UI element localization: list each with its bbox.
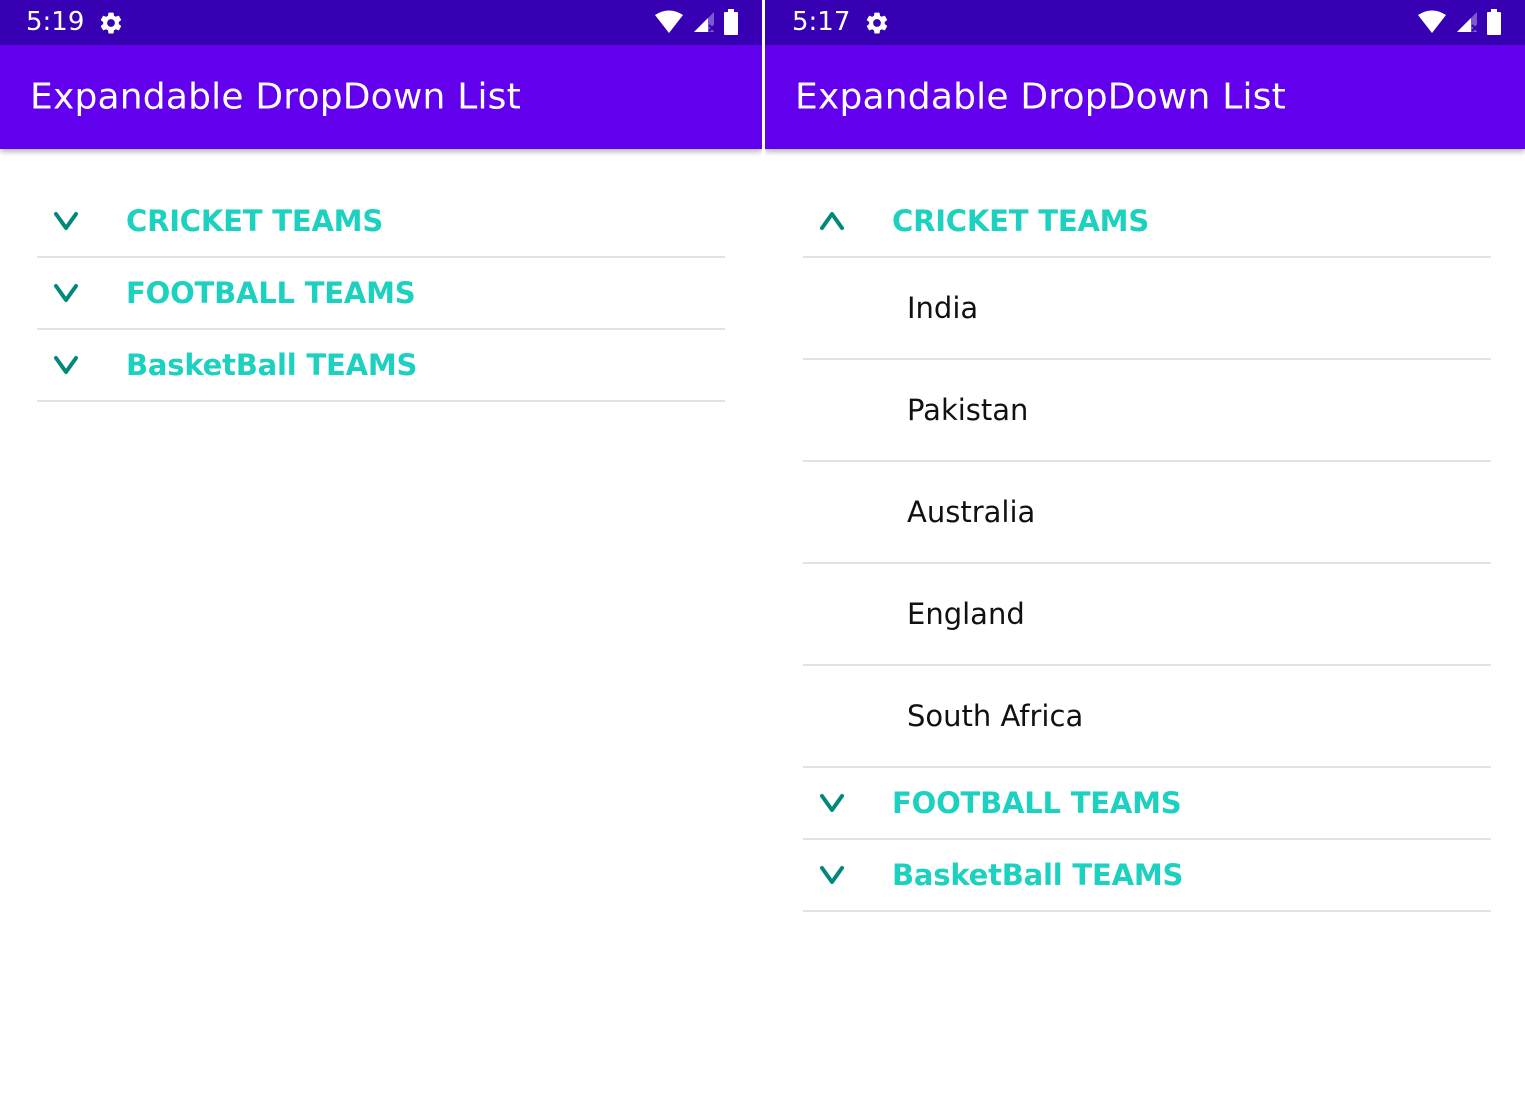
system-icons [654,9,738,35]
chevron-down-icon [54,356,78,374]
group-label: CRICKET TEAMS [126,204,384,238]
signal-icon [1457,12,1479,32]
chevron-down-icon [54,284,78,302]
child-row-england[interactable]: England [803,564,1491,666]
expandable-list: CRICKET TEAMS India Pakistan Australia E… [803,186,1491,912]
group-label: BasketBall TEAMS [892,858,1184,892]
app-bar: Expandable DropDown List [0,45,762,149]
battery-icon [724,9,738,35]
signal-icon [694,12,716,32]
child-row-india[interactable]: India [803,258,1491,360]
status-time: 5:19 [26,7,85,37]
group-label: FOOTBALL TEAMS [892,786,1182,820]
group-label: CRICKET TEAMS [892,204,1150,238]
child-label: Australia [907,495,1036,529]
screens-container: 5:19 Expandable DropDown List CRICKET TE… [0,0,1525,1105]
group-label: BasketBall TEAMS [126,348,418,382]
group-row-football[interactable]: FOOTBALL TEAMS [803,768,1491,840]
screen-collapsed: 5:19 Expandable DropDown List CRICKET TE… [0,0,762,1105]
child-label: India [907,291,979,325]
system-icons [1417,9,1501,35]
wifi-icon [1418,10,1446,33]
chevron-down-icon [820,866,844,884]
child-row-south-africa[interactable]: South Africa [803,666,1491,768]
group-row-football[interactable]: FOOTBALL TEAMS [37,258,725,330]
gear-icon [866,12,888,34]
screen-expanded: 5:17 Expandable DropDown List CRICKET TE… [765,0,1525,1105]
group-row-cricket[interactable]: CRICKET TEAMS [37,186,725,258]
child-row-australia[interactable]: Australia [803,462,1491,564]
child-label: Pakistan [907,393,1029,427]
group-row-cricket[interactable]: CRICKET TEAMS [803,186,1491,258]
status-bar: 5:17 [765,0,1525,45]
expandable-list: CRICKET TEAMS FOOTBALL TEAMS BasketBall … [37,186,725,402]
child-row-pakistan[interactable]: Pakistan [803,360,1491,462]
group-row-basketball[interactable]: BasketBall TEAMS [803,840,1491,912]
child-label: South Africa [907,699,1084,733]
group-label: FOOTBALL TEAMS [126,276,416,310]
chevron-down-icon [54,212,78,230]
app-title: Expandable DropDown List [30,76,521,118]
wifi-icon [655,10,683,33]
status-bar: 5:19 [0,0,762,45]
battery-icon [1487,9,1501,35]
child-label: England [907,597,1025,631]
status-time: 5:17 [792,7,851,37]
chevron-down-icon [820,794,844,812]
app-bar: Expandable DropDown List [765,45,1525,149]
chevron-up-icon [820,212,844,230]
gear-icon [100,12,122,34]
app-title: Expandable DropDown List [795,76,1286,118]
group-row-basketball[interactable]: BasketBall TEAMS [37,330,725,402]
